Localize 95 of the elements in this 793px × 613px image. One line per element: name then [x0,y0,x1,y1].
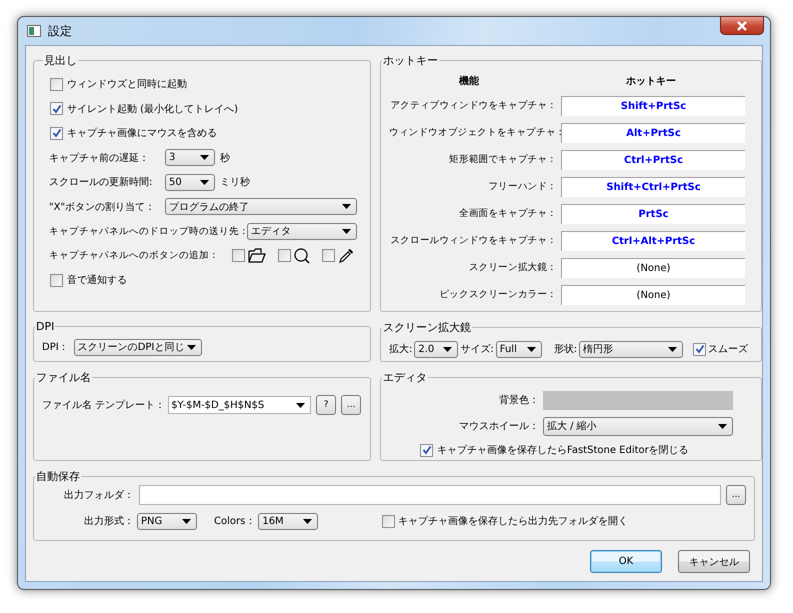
field-label: 出力形式： [83,514,134,528]
unit-label: ミリ秒 [220,176,250,190]
hotkey-label: ピックスクリーンカラー： [438,288,557,301]
dropdown[interactable]: Full [496,340,542,358]
caret-icon [668,346,678,352]
color-swatch[interactable] [543,390,733,410]
checkbox-label: 音で通知する [67,274,127,288]
hotkey-field[interactable]: (None) [561,284,745,304]
small-button[interactable]: ? [316,395,336,416]
field-label: "X"ボタンの割り当て： [49,200,156,214]
hotkey-field[interactable]: PrtSc [561,204,745,224]
column-header: 機能 [458,74,480,88]
dropdown[interactable]: 楕円形 [579,340,684,358]
dropdown[interactable]: 拡大 / 縮小 [543,416,733,436]
checkbox[interactable] [693,342,706,356]
dropdown[interactable]: 50 [165,174,215,191]
checkbox-label: サイレント起動 (最小化してトレイへ) [67,102,238,116]
hotkey-label: アクティブウィンドウをキャプチャ： [389,99,557,112]
field-label: ファイル名 テンプレート： [42,398,166,412]
checkbox[interactable] [50,78,63,91]
checkbox[interactable] [50,102,63,116]
field-label: マウスホイール： [458,420,539,433]
checkbox[interactable] [382,514,395,528]
checkbox[interactable] [232,249,245,262]
dropdown[interactable]: エディタ [247,222,357,240]
caret-icon [443,346,452,352]
checkbox-label: キャプチャ画像を保存したらFastStone Editorを閉じる [437,444,689,457]
dropdown[interactable]: PNG [137,512,197,530]
close-icon [736,20,748,30]
caret-icon [182,518,191,524]
unit-label: 秒 [220,152,230,165]
window-title: 設定 [48,22,72,40]
checkbox[interactable] [322,249,335,262]
field-label: キャプチャパネルへのドロップ時の送り先： [49,224,243,238]
hotkey-label: スクリーン拡大鏡： [468,261,557,274]
dropdown[interactable]: 3 [165,149,215,166]
field-label: 出力フォルダ： [63,488,134,502]
hotkey-label: スクロールウィンドウをキャプチャ： [389,234,557,247]
checkbox[interactable] [50,126,63,140]
group-legend: DPI [35,320,56,333]
folder-icon [248,248,266,264]
cancel-button[interactable]: キャンセル [678,550,750,573]
caret-icon [200,155,209,160]
folder-field[interactable] [139,485,721,505]
field-label: 背景色： [498,394,539,407]
caret-icon [186,344,196,350]
dropdown[interactable]: プログラムの終了 [165,198,357,216]
checkbox-label: キャプチャ画像を保存したら出力先フォルダを開く [398,514,628,528]
caret-icon [200,180,209,185]
hotkey-label: フリーハンド： [487,180,557,193]
caret-icon [303,518,312,524]
browse-button[interactable]: ... [726,485,746,505]
caret-icon [296,402,306,408]
field-label: 形状: [554,342,578,356]
field-label: キャプチャ前の遅延： [49,152,150,165]
hotkey-field[interactable]: Alt+PrtSc [561,122,745,142]
group-legend: ホットキー [382,53,439,68]
hotkey-field[interactable]: Shift+PrtSc [561,96,745,116]
column-header: ホットキー [625,75,677,88]
checkbox-label: キャプチャ画像にマウスを含める [67,126,217,140]
hotkey-field[interactable]: Ctrl+PrtSc [561,150,745,170]
ok-button[interactable]: OK [590,550,662,573]
checkbox-label: スムーズ [708,343,748,356]
hotkey-field[interactable]: Ctrl+Alt+PrtSc [561,230,745,250]
close-button[interactable] [720,16,764,35]
field-label: Colors： [214,515,256,528]
checkbox-label: ウィンドウズと同時に起動 [67,78,187,92]
field-label: DPI： [42,341,69,354]
group-legend: エディタ [382,370,428,385]
hotkey-label: 全画面をキャプチャ： [458,207,557,220]
group-legend: 見出し [43,53,78,68]
dropdown[interactable]: 2.0 [414,340,458,358]
field-label: スクロールの更新時間: [49,176,154,190]
dropdown[interactable]: 16M [258,512,318,530]
search-icon [294,248,310,264]
caret-icon [342,204,351,210]
checkbox[interactable] [50,274,63,287]
hotkey-field[interactable]: Shift+Ctrl+PrtSc [561,176,745,196]
checkbox[interactable] [278,249,291,262]
hotkey-field[interactable]: (None) [561,258,745,278]
dropdown[interactable]: スクリーンのDPIと同じ [74,338,202,356]
checkbox[interactable] [420,444,433,456]
hotkey-label: 矩形範囲でキャプチャ： [448,153,557,166]
field-label: 拡大: [389,342,412,356]
caret-icon [342,228,351,234]
group-legend: ファイル名 [35,370,92,385]
group-legend: スクリーン拡大鏡 [382,320,472,335]
group-legend: 自動保存 [35,469,81,484]
combo-field[interactable]: $Y-$M-$D_$H$N$S [168,396,312,414]
field-label: キャプチャパネルへのボタンの追加： [49,249,220,262]
window-icon [27,25,41,37]
small-button[interactable]: ... [341,395,362,416]
field-label: サイズ: [460,343,494,356]
caret-icon [526,346,536,352]
caret-icon [718,424,727,428]
